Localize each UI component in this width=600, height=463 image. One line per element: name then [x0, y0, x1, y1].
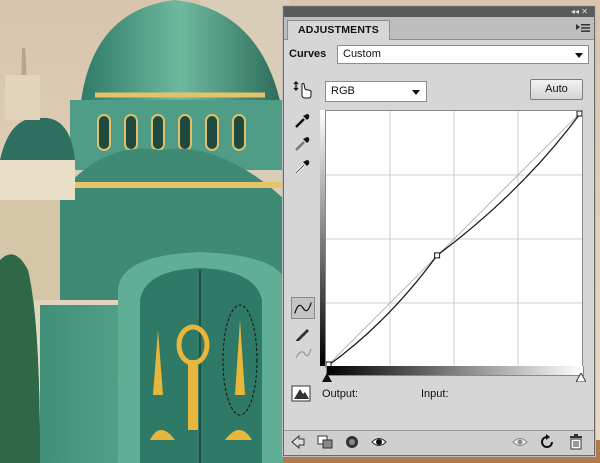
curves-graph[interactable]: [325, 110, 583, 368]
input-label: Input:: [421, 388, 449, 400]
curve-control-point[interactable]: [434, 252, 441, 259]
reset-icon[interactable]: [539, 434, 555, 450]
auto-button[interactable]: Auto: [530, 79, 583, 100]
white-point-eyedropper-icon[interactable]: [292, 157, 312, 177]
panel-tab-row: ADJUSTMENTS: [284, 17, 594, 40]
curve-edit-points-icon[interactable]: [291, 297, 315, 319]
channel-value: RGB: [331, 85, 355, 97]
panel-window-controls[interactable]: ◂◂ ✕: [571, 7, 588, 17]
trash-icon[interactable]: [568, 434, 584, 450]
output-label: Output:: [322, 388, 359, 400]
back-arrow-icon[interactable]: [290, 434, 306, 450]
chevron-down-icon: [412, 90, 420, 95]
pencil-draw-icon[interactable]: [293, 323, 313, 343]
clipping-warning-icon[interactable]: [291, 384, 311, 404]
adjustments-panel: ◂◂ ✕ ADJUSTMENTS Curves Custom RGB Auto: [283, 6, 595, 456]
visibility-toggle-icon[interactable]: [344, 434, 360, 450]
black-point-eyedropper-icon[interactable]: [292, 111, 312, 131]
input-gradient-bar: [326, 366, 584, 376]
white-point-slider-icon[interactable]: [576, 373, 586, 382]
panel-titlebar: ◂◂ ✕: [284, 7, 594, 17]
curves-label: Curves: [289, 48, 327, 60]
chevron-down-icon: [575, 53, 583, 58]
black-point-slider-icon[interactable]: [322, 373, 332, 382]
view-previous-icon[interactable]: [512, 434, 528, 450]
eye-icon[interactable]: [371, 434, 387, 450]
preset-value: Custom: [343, 48, 381, 60]
smooth-curve-icon[interactable]: [293, 344, 313, 364]
panel-menu-icon[interactable]: [576, 23, 590, 33]
on-image-adjust-icon[interactable]: [293, 80, 313, 100]
gray-point-eyedropper-icon[interactable]: [292, 134, 312, 154]
panel-bottom-bar: [284, 430, 594, 455]
curve-control-point[interactable]: [576, 111, 582, 117]
preset-select[interactable]: Custom: [337, 45, 589, 64]
tab-adjustments[interactable]: ADJUSTMENTS: [287, 20, 390, 40]
channel-select[interactable]: RGB: [325, 81, 427, 102]
clip-to-layer-icon[interactable]: [317, 434, 333, 450]
